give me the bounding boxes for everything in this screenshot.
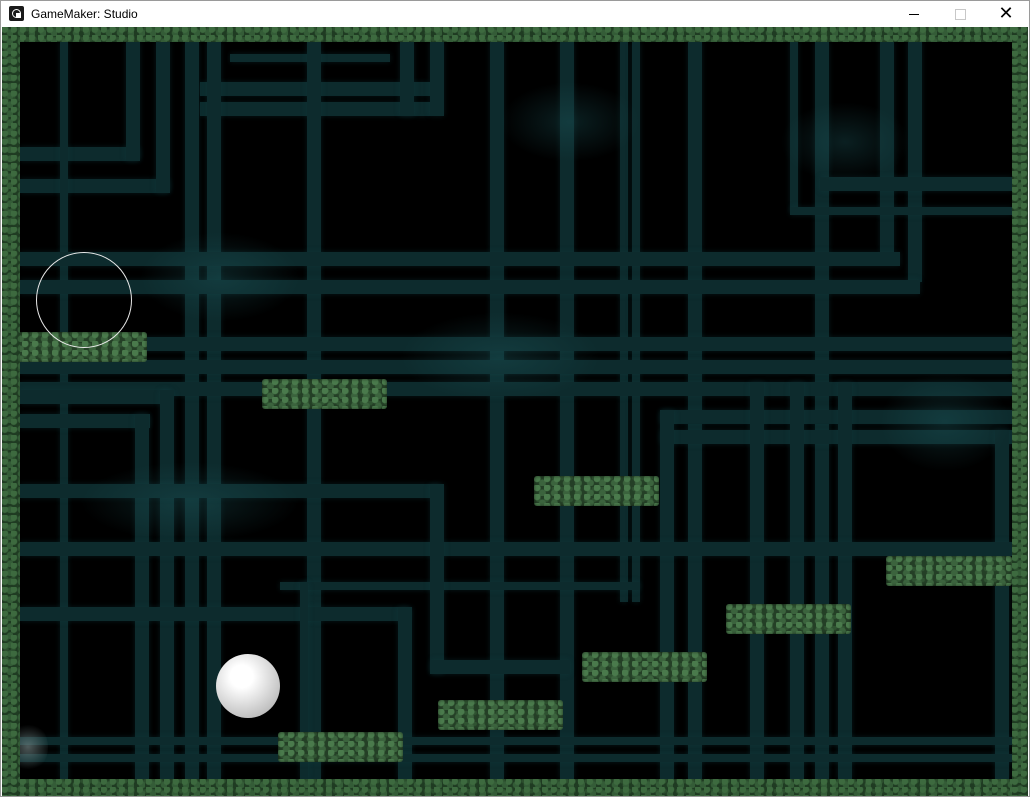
pipe xyxy=(790,382,804,779)
pipe xyxy=(430,42,444,116)
pipe xyxy=(207,42,221,779)
pipe-glow xyxy=(140,232,300,322)
pipe xyxy=(20,754,1012,762)
pipe-glow xyxy=(500,82,640,162)
pipe xyxy=(995,430,1009,779)
pipe-glow xyxy=(880,372,1010,472)
pipe xyxy=(750,382,764,779)
platform xyxy=(278,732,403,762)
platform xyxy=(262,379,387,409)
title-bar[interactable]: GameMaker: Studio ✕ xyxy=(1,1,1029,27)
game-viewport[interactable] xyxy=(2,27,1028,796)
goal-ring xyxy=(36,252,132,348)
ghost-blob xyxy=(20,722,48,772)
minimize-button[interactable] xyxy=(891,1,937,27)
maximize-button[interactable] xyxy=(937,1,983,27)
pipe xyxy=(20,607,410,621)
pipe-glow xyxy=(80,462,300,542)
pipe xyxy=(20,414,150,428)
left-border-wall xyxy=(2,27,20,796)
pipe xyxy=(280,582,640,590)
close-icon: ✕ xyxy=(998,3,1014,24)
pipe xyxy=(20,542,1012,556)
pipe xyxy=(400,42,414,116)
right-border-wall xyxy=(1012,27,1028,796)
pipe xyxy=(430,660,570,674)
pipe xyxy=(20,147,140,161)
close-button[interactable]: ✕ xyxy=(983,1,1029,27)
pipe-glow xyxy=(780,102,910,182)
pipe xyxy=(660,410,674,779)
bottom-border-wall xyxy=(2,779,1028,796)
platform xyxy=(534,476,659,506)
top-border-wall xyxy=(2,27,1028,42)
platform xyxy=(582,652,707,682)
pipe-glow xyxy=(400,312,600,402)
gamemaker-app-icon[interactable] xyxy=(9,6,24,21)
pipe xyxy=(160,390,174,779)
pipe xyxy=(156,42,170,193)
pipe xyxy=(307,42,321,779)
maximize-icon xyxy=(954,8,966,20)
pipe xyxy=(20,179,170,193)
pipe xyxy=(790,207,1012,215)
window-title: GameMaker: Studio xyxy=(31,7,138,21)
platform xyxy=(886,556,1012,586)
pipe xyxy=(20,390,170,404)
play-area[interactable] xyxy=(20,42,1012,779)
platform xyxy=(726,604,851,634)
pipe xyxy=(908,42,922,282)
pipe xyxy=(126,42,140,161)
minimize-icon xyxy=(909,13,919,15)
pipe xyxy=(20,737,1012,745)
pipe xyxy=(60,42,68,779)
pipe xyxy=(185,42,199,779)
player-ball[interactable] xyxy=(216,654,280,718)
pipe xyxy=(838,382,852,779)
platform xyxy=(438,700,563,730)
game-window: GameMaker: Studio ✕ xyxy=(0,0,1030,797)
pipe xyxy=(430,484,444,674)
